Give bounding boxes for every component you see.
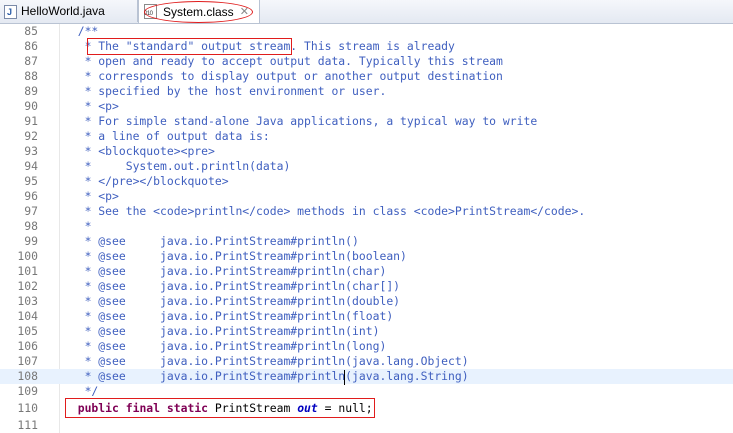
class-file-icon: 010 bbox=[144, 4, 160, 19]
code-text: * corresponds to display output or anoth… bbox=[64, 69, 503, 83]
code-text: * specified by the host environment or u… bbox=[64, 84, 387, 98]
line-number: 92 bbox=[24, 129, 38, 143]
code-text: * @see java.io.PrintStream#println(boole… bbox=[64, 249, 407, 263]
line-number: 106 bbox=[17, 339, 38, 353]
code-text: * @see java.io.PrintStream#println(float… bbox=[64, 309, 394, 323]
annotation-box-declaration bbox=[65, 398, 375, 418]
code-text: * @see java.io.PrintStream#println(char) bbox=[64, 264, 387, 278]
line-number: 104 bbox=[17, 309, 38, 323]
line-number: 100 bbox=[17, 249, 38, 263]
line-number: 86 bbox=[24, 39, 38, 53]
code-line[interactable]: 105 * @see java.io.PrintStream#println(i… bbox=[0, 324, 733, 339]
line-number: 107 bbox=[17, 354, 38, 368]
code-line[interactable]: 92 * a line of output data is: bbox=[0, 129, 733, 144]
code-line[interactable]: 111 bbox=[0, 418, 733, 433]
line-number: 109 bbox=[17, 384, 38, 398]
code-text: * a line of output data is: bbox=[64, 129, 270, 143]
line-number: 90 bbox=[24, 99, 38, 113]
code-line[interactable]: 91 * For simple stand-alone Java applica… bbox=[0, 114, 733, 129]
code-text: * @see java.io.PrintStream#println(doubl… bbox=[64, 294, 401, 308]
code-line[interactable]: 109 */ bbox=[0, 384, 733, 399]
line-number: 101 bbox=[17, 264, 38, 278]
line-number: 91 bbox=[24, 114, 38, 128]
code-text: * For simple stand-alone Java applicatio… bbox=[64, 114, 538, 128]
code-text: /** bbox=[64, 24, 99, 38]
line-number: 103 bbox=[17, 294, 38, 308]
code-line[interactable]: 99 * @see java.io.PrintStream#println() bbox=[0, 234, 733, 249]
line-number: 111 bbox=[17, 418, 38, 432]
line-number: 96 bbox=[24, 189, 38, 203]
tab-label: HelloWorld.java bbox=[21, 4, 105, 18]
code-text: * System.out.println(data) bbox=[64, 159, 291, 173]
code-line[interactable]: 96 * <p> bbox=[0, 189, 733, 204]
line-number: 88 bbox=[24, 69, 38, 83]
line-number: 108 bbox=[17, 369, 38, 383]
line-number: 93 bbox=[24, 144, 38, 158]
code-text: * <blockquote><pre> bbox=[64, 144, 215, 158]
code-text: */ bbox=[64, 384, 99, 398]
java-file-icon: J bbox=[4, 4, 17, 19]
code-text: * open and ready to accept output data. … bbox=[64, 54, 503, 68]
line-number: 105 bbox=[17, 324, 38, 338]
code-line[interactable]: 89 * specified by the host environment o… bbox=[0, 84, 733, 99]
code-line[interactable]: 107 * @see java.io.PrintStream#println(j… bbox=[0, 354, 733, 369]
code-line[interactable]: 90 * <p> bbox=[0, 99, 733, 114]
code-text: * @see java.io.PrintStream#println() bbox=[64, 234, 359, 248]
line-number: 87 bbox=[24, 54, 38, 68]
code-line[interactable]: 93 * <blockquote><pre> bbox=[0, 144, 733, 159]
line-number: 89 bbox=[24, 84, 38, 98]
line-number: 94 bbox=[24, 159, 38, 173]
editor-tab-bar: J HelloWorld.java 010 System.class ✕ bbox=[0, 0, 733, 24]
code-text: * <p> bbox=[64, 189, 119, 203]
line-number: 85 bbox=[24, 24, 38, 38]
code-line[interactable]: 87 * open and ready to accept output dat… bbox=[0, 54, 733, 69]
line-number: 97 bbox=[24, 204, 38, 218]
code-line[interactable]: 95 * </pre></blockquote> bbox=[0, 174, 733, 189]
tab-label: System.class bbox=[163, 4, 234, 19]
code-text: * See the <code>println</code> methods i… bbox=[64, 204, 586, 218]
code-text: * <p> bbox=[64, 99, 119, 113]
line-number: 95 bbox=[24, 174, 38, 188]
line-number: 98 bbox=[24, 219, 38, 233]
code-line[interactable]: 85 /** bbox=[0, 24, 733, 39]
code-text: * @see java.io.PrintStream#println(char[… bbox=[64, 279, 401, 293]
code-text: * </pre></blockquote> bbox=[64, 174, 229, 188]
code-editor[interactable]: 85 /** 86 * The "standard" output stream.… bbox=[0, 24, 733, 433]
code-line[interactable]: 94 * System.out.println(data) bbox=[0, 159, 733, 174]
code-line[interactable]: 106 * @see java.io.PrintStream#println(l… bbox=[0, 339, 733, 354]
line-number: 102 bbox=[17, 279, 38, 293]
code-line[interactable]: 100 * @see java.io.PrintStream#println(b… bbox=[0, 249, 733, 264]
code-line[interactable]: 98 * bbox=[0, 219, 733, 234]
code-line[interactable]: 104 * @see java.io.PrintStream#println(f… bbox=[0, 309, 733, 324]
line-number: 110 bbox=[17, 401, 38, 415]
text-caret bbox=[344, 370, 345, 385]
tab-helloworld-java[interactable]: J HelloWorld.java bbox=[0, 0, 138, 22]
annotation-box-standard-output bbox=[87, 38, 292, 55]
code-text: * @see java.io.PrintStream#println(int) bbox=[64, 324, 380, 338]
code-text: * bbox=[64, 219, 92, 233]
code-text: * @see java.io.PrintStream#println(long) bbox=[64, 339, 387, 353]
close-icon[interactable]: ✕ bbox=[240, 5, 249, 18]
code-text: * @see java.io.PrintStream#println(java.… bbox=[64, 354, 469, 368]
code-line[interactable]: 103 * @see java.io.PrintStream#println(d… bbox=[0, 294, 733, 309]
code-line[interactable]: 101 * @see java.io.PrintStream#println(c… bbox=[0, 264, 733, 279]
tab-system-class[interactable]: 010 System.class ✕ bbox=[138, 0, 260, 23]
code-line[interactable]: 108 * @see java.io.PrintStream#println(j… bbox=[0, 369, 733, 384]
code-line[interactable]: 102 * @see java.io.PrintStream#println(c… bbox=[0, 279, 733, 294]
code-line[interactable]: 97 * See the <code>println</code> method… bbox=[0, 204, 733, 219]
code-text: * @see java.io.PrintStream#println(java.… bbox=[64, 369, 469, 383]
line-number: 99 bbox=[24, 234, 38, 248]
code-line[interactable]: 88 * corresponds to display output or an… bbox=[0, 69, 733, 84]
